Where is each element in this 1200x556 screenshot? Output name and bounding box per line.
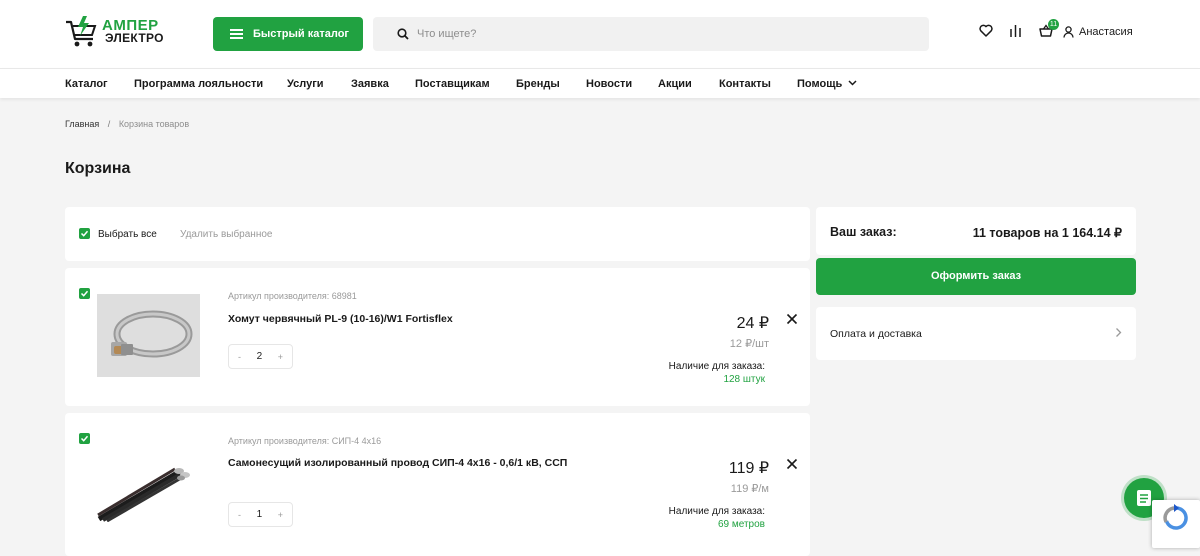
quantity-stepper: - 2 + <box>228 344 293 369</box>
chevron-right-icon <box>1116 328 1122 337</box>
availability-value: 69 метров <box>717 519 765 530</box>
item-checkbox[interactable] <box>79 288 90 299</box>
payment-delivery-label: Оплата и доставка <box>830 328 922 340</box>
quantity-value[interactable]: 1 <box>257 509 263 520</box>
product-article: Артикул производителя: 68981 <box>228 291 357 301</box>
quantity-decrease-button[interactable]: - <box>238 510 241 520</box>
nav-item-help-label: Помощь <box>797 78 843 90</box>
search-icon[interactable] <box>397 28 409 40</box>
page-title: Корзина <box>65 160 131 177</box>
select-all-label[interactable]: Выбрать все <box>98 229 157 240</box>
breadcrumb-separator: / <box>107 119 111 129</box>
recaptcha-icon <box>1163 504 1188 530</box>
checkout-button[interactable]: Оформить заказ <box>816 258 1136 295</box>
logo[interactable]: АМПЕР ЭЛЕКТРО <box>64 15 164 49</box>
nav-item-brands[interactable]: Бренды <box>516 78 560 90</box>
order-summary-total: 11 товаров на 1 164.14 ₽ <box>972 226 1122 240</box>
breadcrumb: Главная / Корзина товаров <box>65 119 189 129</box>
nav-item-contacts[interactable]: Контакты <box>719 78 771 90</box>
product-name[interactable]: Самонесущий изолированный провод СИП-4 4… <box>228 457 568 470</box>
quantity-stepper: - 1 + <box>228 502 293 527</box>
product-name[interactable]: Хомут червячный PL-9 (10-16)/W1 Fortisfl… <box>228 313 568 326</box>
cart-item: Артикул производителя: 68981 Хомут червя… <box>65 268 810 406</box>
nav-item-request[interactable]: Заявка <box>351 78 389 90</box>
user-account[interactable]: Анастасия <box>1063 26 1133 38</box>
nav-item-help[interactable]: Помощь <box>797 78 857 90</box>
logo-cart-icon <box>64 15 100 49</box>
quantity-decrease-button[interactable]: - <box>238 352 241 362</box>
product-image-cable[interactable] <box>97 459 200 523</box>
product-price: 24 ₽ <box>736 315 769 332</box>
nav-item-suppliers[interactable]: Поставщикам <box>415 78 490 90</box>
cart-count-badge: 11 <box>1048 19 1059 30</box>
breadcrumb-current: Корзина товаров <box>118 119 190 129</box>
search-input[interactable] <box>417 28 897 40</box>
select-all-checkbox[interactable] <box>79 228 90 239</box>
product-unit-price: 119 ₽/м <box>730 483 769 495</box>
cart-item: Артикул производителя: СИП-4 4х16 Самоне… <box>65 413 810 556</box>
quick-catalog-button[interactable]: Быстрый каталог <box>213 17 363 51</box>
availability: Наличие для заказа: 128 штук <box>669 360 765 386</box>
chevron-down-icon <box>848 80 857 86</box>
menu-icon <box>230 29 243 39</box>
product-price: 119 ₽ <box>728 460 769 477</box>
item-checkbox[interactable] <box>79 433 90 444</box>
logo-subtitle: ЭЛЕКТРО <box>105 31 164 45</box>
breadcrumb-home[interactable]: Главная <box>65 119 99 129</box>
nav-item-services[interactable]: Услуги <box>287 78 324 90</box>
order-summary-label: Ваш заказ: <box>830 225 897 239</box>
search-bar <box>373 17 929 51</box>
recaptcha-badge[interactable] <box>1152 500 1200 548</box>
product-image-clamp[interactable] <box>97 294 200 377</box>
nav-item-catalog[interactable]: Каталог <box>65 78 108 90</box>
availability-label: Наличие для заказа: <box>668 361 765 372</box>
main-nav: Каталог Программа лояльности Услуги Заяв… <box>0 68 1200 98</box>
availability: Наличие для заказа: 69 метров <box>669 505 765 531</box>
availability-value: 128 штук <box>723 374 765 385</box>
cart-icon[interactable]: 11 <box>1039 19 1059 42</box>
availability-label: Наличие для заказа: <box>668 506 765 517</box>
product-unit-price: 12 ₽/шт <box>729 338 769 350</box>
remove-item-icon[interactable] <box>786 313 798 325</box>
compare-icon[interactable] <box>1009 24 1025 42</box>
quantity-value[interactable]: 2 <box>257 351 263 362</box>
quantity-increase-button[interactable]: + <box>278 352 283 362</box>
payment-delivery-link[interactable]: Оплата и доставка <box>816 307 1136 360</box>
nav-item-news[interactable]: Новости <box>586 78 632 90</box>
delete-selected-button[interactable]: Удалить выбранное <box>180 229 272 240</box>
product-article: Артикул производителя: СИП-4 4х16 <box>228 436 382 446</box>
nav-item-promotions[interactable]: Акции <box>658 78 692 90</box>
order-summary: Ваш заказ: 11 товаров на 1 164.14 ₽ <box>816 207 1136 255</box>
remove-item-icon[interactable] <box>786 458 798 470</box>
header: АМПЕР ЭЛЕКТРО Быстрый каталог 11 <box>0 0 1200 68</box>
nav-item-loyalty[interactable]: Программа лояльности <box>134 78 263 90</box>
user-icon <box>1063 26 1074 38</box>
favorites-icon[interactable] <box>979 24 995 42</box>
cart-controls: Выбрать все Удалить выбранное <box>65 207 810 261</box>
quick-catalog-label: Быстрый каталог <box>253 28 350 40</box>
quantity-increase-button[interactable]: + <box>278 510 283 520</box>
user-name: Анастасия <box>1079 26 1133 38</box>
